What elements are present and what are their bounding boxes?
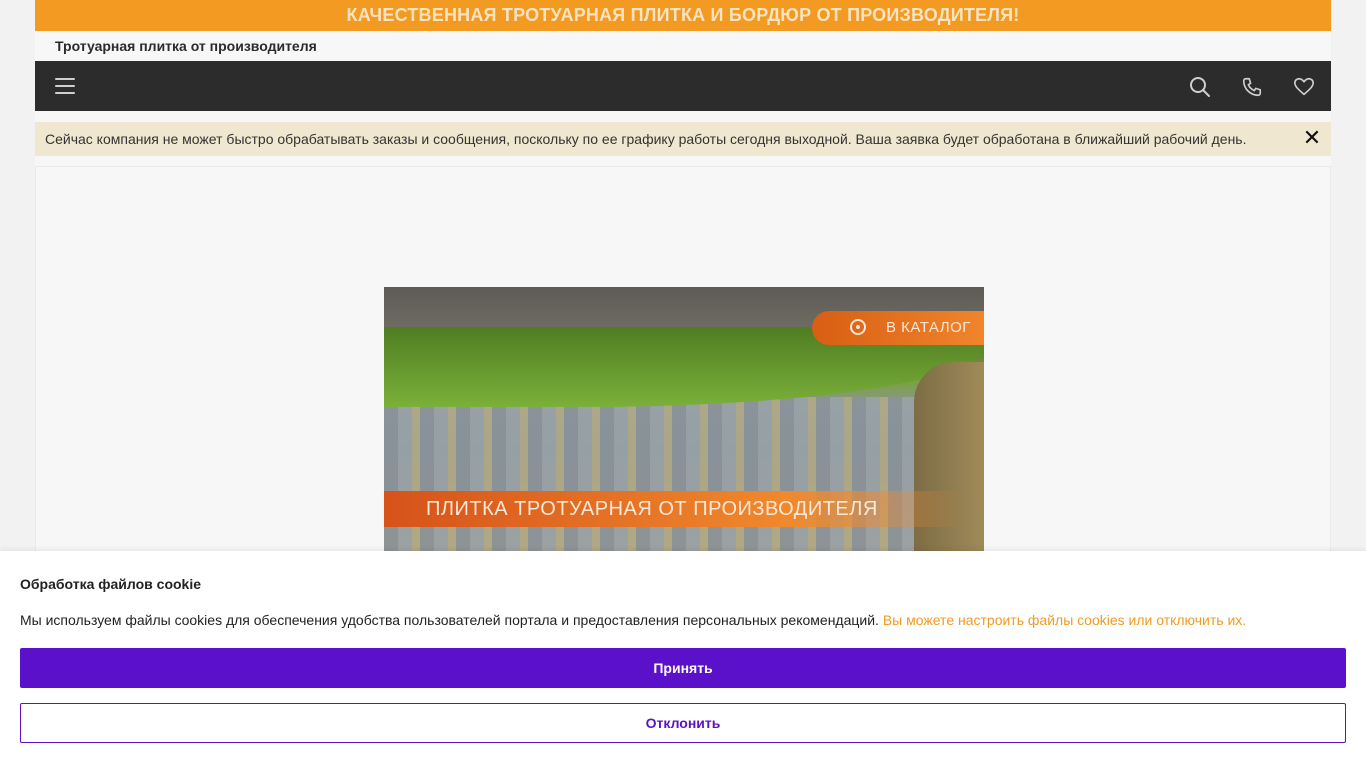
- phone-icon[interactable]: [1239, 74, 1265, 100]
- hero-paving: [384, 397, 984, 552]
- cookie-title: Обработка файлов cookie: [20, 576, 202, 592]
- accept-button[interactable]: Принять: [20, 648, 1346, 688]
- decline-button[interactable]: Отклонить: [20, 703, 1346, 743]
- schedule-notice: Сейчас компания не может быстро обрабаты…: [35, 122, 1331, 156]
- menu-icon[interactable]: [55, 78, 75, 94]
- cookie-banner: Обработка файлов cookie Мы используем фа…: [0, 551, 1366, 768]
- close-icon[interactable]: ✕: [1301, 122, 1323, 156]
- cookie-text: Мы используем файлы cookies для обеспече…: [20, 612, 1246, 628]
- hero-banner[interactable]: В КАТАЛОГ ПЛИТКА ТРОТУАРНАЯ ОТ ПРОИЗВОДИ…: [384, 287, 984, 552]
- catalog-button[interactable]: В КАТАЛОГ: [812, 311, 984, 345]
- notice-text: Сейчас компания не может быстро обрабаты…: [45, 131, 1247, 147]
- cookie-description: Мы используем файлы cookies для обеспече…: [20, 612, 879, 628]
- search-icon[interactable]: [1187, 74, 1213, 100]
- navbar: [35, 61, 1331, 111]
- nav-icons: [1187, 74, 1317, 100]
- top-banner: КАЧЕСТВЕННАЯ ТРОТУАРНАЯ ПЛИТКА И БОРДЮР …: [35, 0, 1331, 31]
- target-icon: [850, 319, 866, 335]
- catalog-label: В КАТАЛОГ: [886, 319, 971, 336]
- heart-icon[interactable]: [1291, 74, 1317, 100]
- site-title[interactable]: Тротуарная плитка от производителя: [35, 31, 1331, 61]
- hero-caption: ПЛИТКА ТРОТУАРНАЯ ОТ ПРОИЗВОДИТЕЛЯ: [384, 491, 964, 527]
- cookie-settings-link[interactable]: Вы можете настроить файлы cookies или от…: [883, 612, 1246, 628]
